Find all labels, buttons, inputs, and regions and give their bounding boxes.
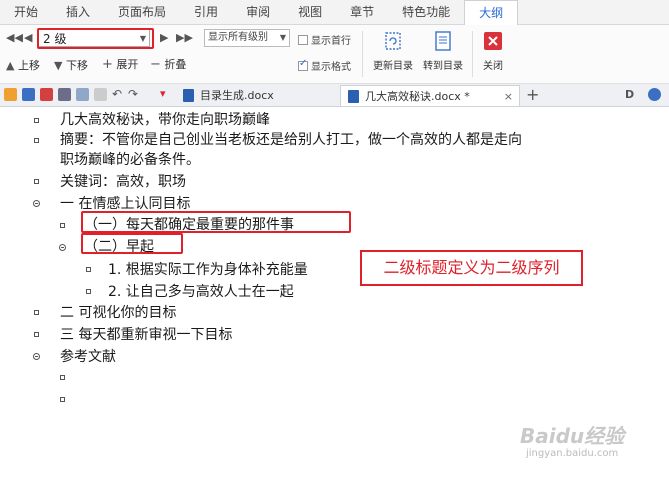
- print-preview-icon[interactable]: [76, 88, 89, 101]
- menu-review[interactable]: 审阅: [232, 0, 284, 24]
- menu-section[interactable]: 章节: [336, 0, 388, 24]
- move-up-button[interactable]: ▲ 上移: [6, 57, 40, 73]
- outline-bullet[interactable]: [86, 267, 91, 272]
- arrow-up-icon: ▲: [6, 59, 15, 72]
- outline-item-h3-2[interactable]: 2. 让自己多与高效人士在一起: [108, 281, 294, 301]
- menu-references[interactable]: 引用: [180, 0, 232, 24]
- collapse-toggle-icon[interactable]: [33, 200, 40, 207]
- outline-bullet[interactable]: [34, 138, 39, 143]
- update-toc-label: 更新目录: [373, 61, 413, 72]
- outline-item-h1-3[interactable]: 三 每天都重新审视一下目标: [60, 324, 232, 344]
- new-tab-icon[interactable]: +: [526, 85, 539, 104]
- collapse-button[interactable]: − 折叠: [150, 56, 186, 72]
- export-pdf-icon[interactable]: [40, 88, 53, 101]
- goto-toc-label: 转到目录: [423, 61, 463, 72]
- show-level-select[interactable]: 显示所有级别 ▼: [204, 29, 290, 47]
- move-down-button[interactable]: ▼ 下移: [54, 57, 88, 73]
- menu-outline[interactable]: 大纲: [464, 0, 519, 25]
- collapse-toggle-icon[interactable]: [59, 244, 66, 251]
- close-icon: [484, 32, 502, 50]
- chevron-down-icon: ▼: [279, 33, 286, 42]
- word-doc-icon: [183, 89, 194, 102]
- show-first-line-label: 显示首行: [311, 36, 351, 47]
- show-first-line-checkbox[interactable]: 显示首行: [298, 32, 351, 47]
- menu-page-layout[interactable]: 页面布局: [104, 0, 180, 24]
- collapse-label: 折叠: [164, 58, 187, 71]
- outline-item-h1-2[interactable]: 二 可视化你的目标: [60, 302, 176, 322]
- outline-item-abstract-cont[interactable]: 职场巅峰的必备条件。: [60, 149, 200, 169]
- tab-label: 目录生成.docx: [200, 89, 274, 102]
- redo-icon[interactable]: ↷: [128, 87, 138, 101]
- tab-toc-docx[interactable]: 目录生成.docx: [176, 85, 336, 106]
- outline-item-h1-1[interactable]: 一 在情感上认同目标: [60, 193, 190, 213]
- menu-insert[interactable]: 插入: [52, 0, 104, 24]
- show-level-value: 显示所有级别: [208, 32, 268, 43]
- outline-bullet[interactable]: [34, 179, 39, 184]
- divider: [472, 31, 473, 77]
- plus-icon: +: [102, 57, 113, 72]
- outline-bullet[interactable]: [60, 375, 65, 380]
- refresh-toc-icon: [385, 32, 401, 50]
- update-toc-button[interactable]: 更新目录: [370, 30, 416, 72]
- show-format-label: 显示格式: [311, 62, 351, 73]
- goto-toc-button[interactable]: 转到目录: [420, 30, 466, 72]
- promote-top-icon[interactable]: ◀◀: [6, 31, 23, 44]
- outline-bullet[interactable]: [60, 397, 65, 402]
- close-label: 关闭: [483, 61, 503, 72]
- outline-item-refs[interactable]: 参考文献: [60, 346, 116, 366]
- outline-item-title[interactable]: 几大高效秘诀，带你走向职场巅峰: [60, 109, 270, 129]
- menu-view[interactable]: 视图: [284, 0, 336, 24]
- expand-button[interactable]: + 展开: [102, 56, 138, 72]
- minus-icon: −: [150, 57, 161, 72]
- promote-icon[interactable]: ◀: [24, 31, 32, 44]
- outline-item-abstract[interactable]: 摘要：不管你是自己创业当老板还是给别人打工，做一个高效的人都是走向: [60, 129, 522, 149]
- show-format-checkbox[interactable]: 显示格式: [298, 58, 351, 73]
- menu-special[interactable]: 特色功能: [388, 0, 464, 24]
- move-down-label: 下移: [65, 59, 88, 72]
- baidu-watermark-url: jingyan.baidu.com: [526, 448, 619, 459]
- outline-bullet[interactable]: [34, 310, 39, 315]
- goto-toc-icon: [435, 31, 451, 51]
- h2-1-highlight: [81, 211, 351, 233]
- checkbox-checked-icon: [298, 58, 308, 71]
- document-tab-bar: ↶ ↷ ▾ 目录生成.docx 几大高效秘诀.docx * × + D: [0, 84, 669, 107]
- move-up-label: 上移: [17, 59, 40, 72]
- tab-secrets-docx[interactable]: 几大高效秘诀.docx * ×: [340, 85, 520, 106]
- divider: [362, 31, 363, 77]
- word-doc-icon: [348, 90, 359, 103]
- expand-label: 展开: [116, 58, 139, 71]
- close-tab-icon[interactable]: ×: [504, 86, 513, 107]
- outline-item-h3-1[interactable]: 1. 根据实际工作为身体补充能量: [108, 259, 308, 279]
- print-icon[interactable]: [58, 88, 71, 101]
- save-icon[interactable]: [22, 88, 35, 101]
- annotation-callout: 二级标题定义为二级序列: [360, 250, 583, 286]
- outline-item-keywords[interactable]: 关键词：高效，职场: [60, 171, 186, 191]
- tab-label: 几大高效秘诀.docx *: [365, 90, 470, 103]
- close-outline-button[interactable]: 关闭: [478, 30, 508, 72]
- undo-icon[interactable]: ↶: [112, 87, 122, 101]
- demote-body-icon[interactable]: ▶▶: [176, 31, 193, 44]
- menu-bar: 开始 插入 页面布局 引用 审阅 视图 章节 特色功能 大纲: [0, 0, 669, 25]
- menu-start[interactable]: 开始: [0, 0, 52, 24]
- demote-icon[interactable]: ▶: [160, 31, 168, 44]
- outline-bullet[interactable]: [34, 332, 39, 337]
- arrow-down-icon: ▼: [54, 59, 63, 72]
- outline-bullet[interactable]: [86, 289, 91, 294]
- collapse-toggle-icon[interactable]: [33, 353, 40, 360]
- baidu-watermark: Baidu经验: [520, 424, 625, 448]
- outline-bullet[interactable]: [34, 118, 39, 123]
- customize-dropdown-icon[interactable]: ▾: [160, 87, 166, 100]
- format-painter-icon[interactable]: [94, 88, 107, 101]
- checkbox-icon: [298, 34, 308, 45]
- open-folder-icon[interactable]: [4, 88, 17, 101]
- h2-2-highlight: [81, 233, 183, 254]
- outline-bullet[interactable]: [60, 223, 65, 228]
- level-select-highlight: [37, 28, 154, 49]
- cloud-sync-icon[interactable]: [648, 88, 661, 101]
- docer-icon[interactable]: D: [625, 88, 634, 101]
